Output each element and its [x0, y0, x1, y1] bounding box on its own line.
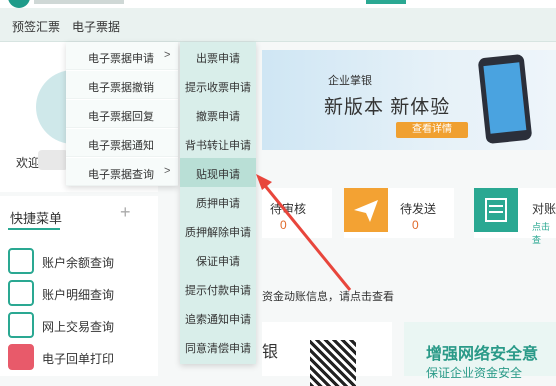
user-name-blurred — [38, 150, 68, 170]
quick-item-balance[interactable]: 账户余额查询 — [8, 248, 158, 274]
chevron-right-icon: > — [164, 49, 171, 61]
active-tab-indicator — [366, 0, 406, 4]
menu-item-label: 电子票据通知 — [88, 140, 154, 152]
banner-details-button[interactable]: 查看详情 — [396, 122, 468, 138]
balance-icon — [8, 248, 34, 274]
print-icon — [8, 344, 34, 370]
phone-screen — [483, 62, 527, 134]
submenu-item-agree-settle[interactable]: 同意清偿申请 — [180, 332, 256, 361]
phone-illustration — [477, 53, 533, 145]
card-hint[interactable]: 点击查 — [532, 220, 556, 246]
card-count: 0 — [412, 218, 419, 232]
promo-right-sub: 保证企业资金安全 — [426, 366, 523, 380]
qr-promo: 银 — [262, 322, 392, 386]
menu-item-label: 电子票据撤销 — [88, 82, 154, 94]
submenu-item-recourse[interactable]: 追索通知申请 — [180, 303, 256, 332]
promo-right-main: 增强网络安全意 — [426, 346, 539, 363]
submenu-item-revoke[interactable]: 撤票申请 — [180, 100, 256, 129]
submenu-item-pledge[interactable]: 质押申请 — [180, 187, 256, 216]
quick-item-label: 电子回单打印 — [42, 352, 115, 366]
top-bar — [0, 0, 556, 8]
security-promo[interactable]: 增强网络安全意 保证企业资金安全 — [404, 322, 556, 380]
qr-code — [310, 340, 356, 386]
quick-item-transaction[interactable]: 网上交易查询 — [8, 312, 158, 338]
send-icon — [344, 188, 388, 232]
submenu-item-label: 贴现申请 — [196, 169, 240, 181]
statement-icon — [474, 188, 518, 232]
submenu-item-label: 出票申请 — [196, 53, 240, 65]
submenu-item-guarantee[interactable]: 保证申请 — [180, 245, 256, 274]
card-label: 对账 — [532, 202, 556, 216]
menu-item-e-bill-query[interactable]: 电子票据查询 > — [66, 158, 178, 186]
submenu-item-endorse[interactable]: 背书转让申请 — [180, 129, 256, 158]
submenu-item-discount[interactable]: 贴现申请 — [180, 158, 256, 187]
card-label: 待发送 — [400, 202, 437, 216]
menu-item-e-bill-notice[interactable]: 电子票据通知 — [66, 129, 178, 157]
submenu-item-pledge-release[interactable]: 质押解除申请 — [180, 216, 256, 245]
submenu-item-label: 追索通知申请 — [185, 314, 251, 326]
menu-item-e-bill-apply[interactable]: 电子票据申请 > — [66, 42, 178, 70]
quick-menu-panel: 快捷菜单 + 账户余额查询 账户明细查询 网上交易查询 电子回单打印 — [0, 196, 158, 376]
quick-item-label: 账户明细查询 — [42, 288, 115, 302]
pending-review-card[interactable]: 待审核 0 — [262, 188, 332, 238]
banner-subtitle: 企业掌银 — [328, 75, 372, 87]
promo-banner[interactable]: 企业掌银 新版本 新体验 查看详情 — [262, 50, 556, 150]
chevron-right-icon: > — [164, 165, 171, 177]
card-label: 待审核 — [270, 202, 307, 216]
quick-item-label: 账户余额查询 — [42, 256, 115, 270]
menu-item-label: 电子票据回复 — [88, 111, 154, 123]
menu-item-label: 电子票据查询 — [88, 169, 154, 181]
promo-left-text: 银 — [262, 344, 279, 361]
menu-item-e-bill-reply[interactable]: 电子票据回复 — [66, 100, 178, 128]
welcome-text: 欢迎 — [16, 156, 41, 170]
submenu-item-label: 保证申请 — [196, 256, 240, 268]
nav-item-electronic-bills[interactable]: 电子票据 — [72, 18, 120, 35]
submenu-item-prompt-receive[interactable]: 提示收票申请 — [180, 71, 256, 100]
quick-item-detail[interactable]: 账户明细查询 — [8, 280, 158, 306]
pending-send-card[interactable]: 待发送 0 — [344, 188, 454, 238]
banner-headline: 新版本 新体验 — [324, 97, 451, 118]
transaction-icon — [8, 312, 34, 338]
detail-icon — [8, 280, 34, 306]
menu-item-label: 电子票据申请 — [88, 53, 154, 65]
secondary-nav: 预签汇票 电子票据 — [0, 8, 556, 42]
submenu-item-label: 提示收票申请 — [185, 82, 251, 94]
submenu-item-label: 质押申请 — [196, 198, 240, 210]
fund-notice[interactable]: 资金动账信息，请点击查看 — [262, 288, 394, 304]
e-bill-menu: 电子票据申请 > 电子票据撤销 电子票据回复 电子票据通知 电子票据查询 > — [66, 42, 178, 186]
submenu-item-label: 撤票申请 — [196, 111, 240, 123]
e-bill-apply-submenu: 出票申请 提示收票申请 撤票申请 背书转让申请 贴现申请 质押申请 质押解除申请… — [180, 42, 256, 364]
submenu-item-label: 质押解除申请 — [185, 227, 251, 239]
card-count: 0 — [280, 218, 287, 232]
quick-item-print[interactable]: 电子回单打印 — [8, 344, 158, 370]
quick-menu-title: 快捷菜单 — [10, 211, 63, 226]
nav-item-pre-sign-draft[interactable]: 预签汇票 — [12, 18, 60, 35]
submenu-item-label: 提示付款申请 — [185, 285, 251, 297]
quick-menu-underline — [8, 228, 60, 230]
submenu-item-prompt-payment[interactable]: 提示付款申请 — [180, 274, 256, 303]
quick-item-label: 网上交易查询 — [42, 320, 115, 334]
submenu-item-issue[interactable]: 出票申请 — [180, 42, 256, 71]
bank-logo — [8, 0, 30, 8]
submenu-item-label: 背书转让申请 — [185, 140, 251, 152]
menu-item-e-bill-revoke[interactable]: 电子票据撤销 — [66, 71, 178, 99]
submenu-item-label: 同意清偿申请 — [185, 343, 251, 355]
logo-text — [34, 0, 124, 4]
statement-card[interactable]: 对账 点击查 — [474, 188, 556, 245]
plus-icon[interactable]: + — [120, 202, 131, 223]
